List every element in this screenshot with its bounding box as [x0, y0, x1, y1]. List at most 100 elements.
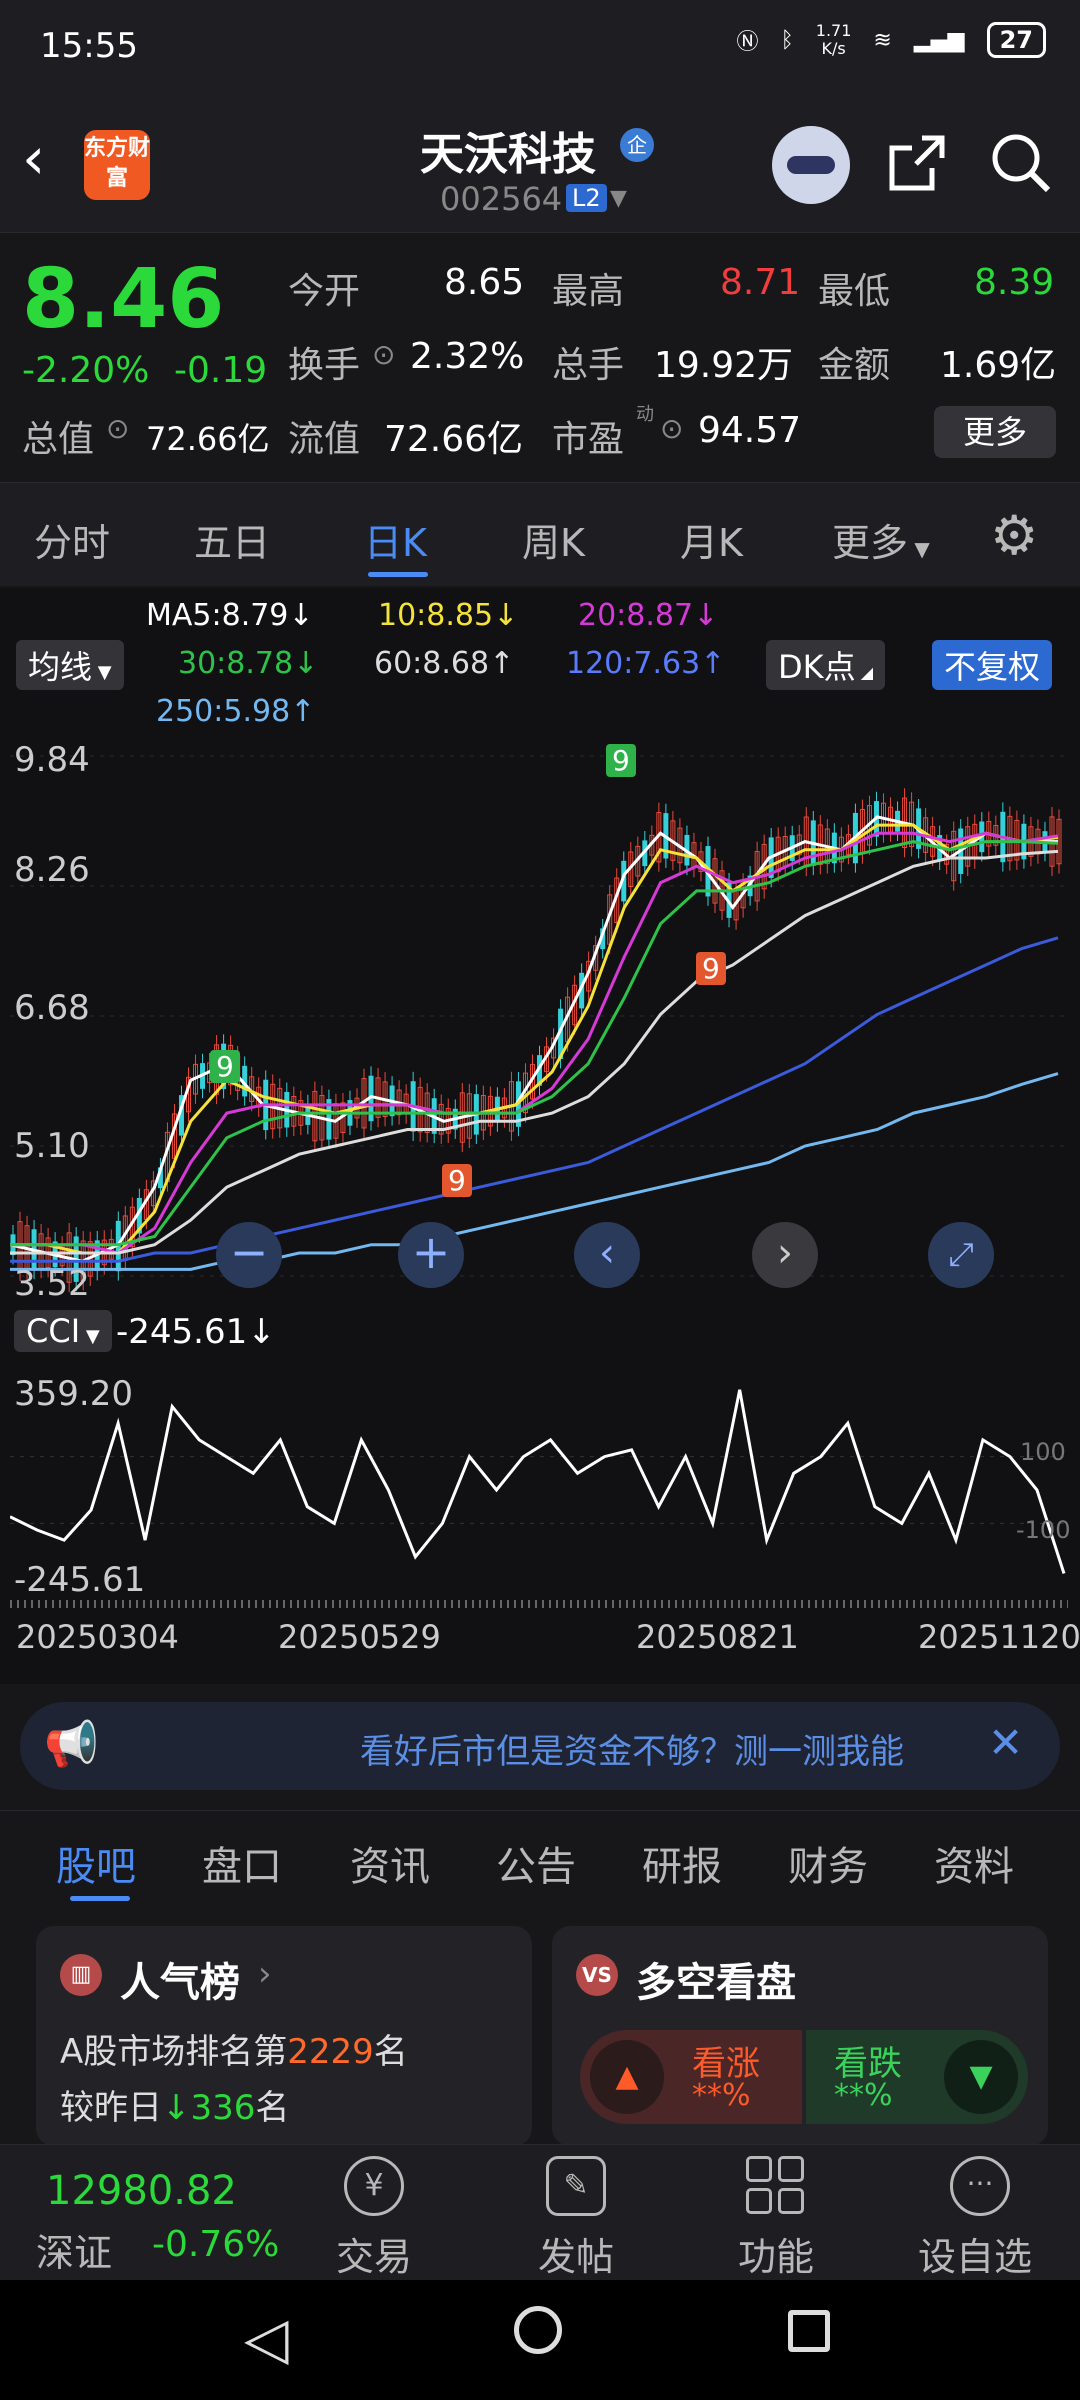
- subtab-guba[interactable]: 股吧: [56, 1834, 136, 1892]
- tab-more[interactable]: 更多 ▼: [832, 512, 930, 567]
- current-price: 8.46: [22, 252, 225, 347]
- nav-home-icon[interactable]: [514, 2306, 562, 2354]
- promo-banner[interactable]: 📢 看好后市但是资金不够？测一测我能 ✕: [20, 1702, 1060, 1790]
- zoom-in-button[interactable]: +: [398, 1222, 464, 1288]
- subtab-research[interactable]: 研报: [642, 1834, 722, 1892]
- status-time: 15:55: [40, 26, 138, 66]
- arrow-down-icon: ▼: [944, 2040, 1018, 2114]
- index-name[interactable]: 深证: [36, 2222, 112, 2277]
- ma10-label: 10:8.85↓: [378, 598, 519, 633]
- change-percent: -2.20%: [22, 350, 150, 391]
- tab-daily-k[interactable]: 日K: [364, 512, 427, 567]
- post-button[interactable]: 发帖: [538, 2226, 614, 2281]
- more-dots-icon[interactable]: ···: [950, 2156, 1010, 2216]
- date-label: 20251120: [918, 1618, 1080, 1656]
- index-change[interactable]: -0.76%: [152, 2224, 279, 2265]
- subtab-announcements[interactable]: 公告: [496, 1834, 576, 1892]
- add-watchlist-button[interactable]: 设自选: [918, 2226, 1032, 2281]
- info-icon[interactable]: ⊙: [106, 412, 129, 445]
- battery-indicator: 27: [986, 22, 1046, 58]
- cci-value: -245.61↓: [116, 1312, 276, 1352]
- cci-axis-label: -100: [1016, 1516, 1071, 1544]
- subtab-profile[interactable]: 资料: [934, 1834, 1014, 1892]
- app-logo[interactable]: 东方财富: [84, 130, 150, 200]
- wifi-icon: ≋: [873, 27, 892, 53]
- fullscreen-button[interactable]: ⤢: [928, 1222, 994, 1288]
- series-line-ma60: [10, 849, 1059, 1255]
- search-icon[interactable]: [988, 130, 1054, 196]
- time-scrollbar[interactable]: [10, 1600, 1068, 1608]
- trade-button[interactable]: 交易: [336, 2226, 412, 2281]
- nav-back-icon[interactable]: ◁: [244, 2304, 289, 2372]
- grid-icon[interactable]: [746, 2156, 806, 2216]
- active-tab-indicator: [368, 572, 428, 577]
- ma120-label: 120:7.63↑: [566, 646, 726, 681]
- float-value: 72.66亿: [384, 419, 524, 460]
- info-icon[interactable]: ⊙: [660, 412, 683, 445]
- signal-marker: 9: [606, 744, 636, 777]
- adjust-mode-toggle[interactable]: 不复权: [932, 640, 1053, 690]
- cci-line: [10, 1389, 1066, 1574]
- vs-icon: VS: [576, 1954, 618, 1996]
- bull-bear-card[interactable]: VS 多空看盘 ▲ 看涨 **% 看跌 **% ▼: [552, 1926, 1048, 2146]
- close-icon[interactable]: ✕: [988, 1718, 1023, 1767]
- signal-marker: 9: [442, 1164, 472, 1197]
- promo-text[interactable]: 看好后市但是资金不够？测一测我能: [360, 1724, 990, 1773]
- bullish-button[interactable]: ▲ 看涨 **%: [580, 2030, 802, 2124]
- bearish-button[interactable]: 看跌 **% ▼: [806, 2030, 1028, 2124]
- robot-assistant-icon[interactable]: [772, 126, 850, 204]
- popularity-card[interactable]: ▥ 人气榜 › A股市场排名第2229名 较昨日↓336名: [36, 1926, 532, 2146]
- bullish-percent: **%: [692, 2078, 751, 2113]
- nfc-icon: Ⓝ: [736, 30, 759, 55]
- dk-point-toggle[interactable]: DK点 ◢: [766, 640, 886, 690]
- ma30-label: 30:8.78↓: [178, 646, 319, 681]
- low-label: 最低: [818, 271, 891, 312]
- edit-icon[interactable]: ✎: [546, 2156, 606, 2216]
- chevron-down-icon[interactable]: ▼: [610, 186, 627, 211]
- cci-axis-label: 359.20: [14, 1374, 133, 1414]
- scroll-right-button[interactable]: ›: [752, 1222, 818, 1288]
- date-label: 20250529: [278, 1618, 441, 1656]
- stock-code: 002564: [440, 180, 563, 218]
- back-icon[interactable]: ‹: [22, 124, 45, 192]
- functions-button[interactable]: 功能: [738, 2226, 814, 2281]
- high-label: 最高: [552, 271, 625, 312]
- scroll-left-button[interactable]: ‹: [574, 1222, 640, 1288]
- enterprise-badge: 企: [620, 128, 654, 162]
- ma60-label: 60:8.68↑: [374, 646, 515, 681]
- gear-icon[interactable]: ⚙: [990, 504, 1038, 567]
- tab-monthly-k[interactable]: 月K: [680, 512, 743, 567]
- level-badge[interactable]: L2: [566, 184, 607, 212]
- change-amount: -0.19: [174, 350, 268, 391]
- chevron-right-icon[interactable]: ›: [258, 1954, 272, 1994]
- more-quote-button[interactable]: 更多: [934, 406, 1056, 458]
- rank-change-line: 较昨日↓336名: [60, 2088, 290, 2128]
- open-value: 8.65: [444, 262, 525, 303]
- subtab-news[interactable]: 资讯: [350, 1834, 430, 1892]
- subtab-pankou[interactable]: 盘口: [202, 1834, 282, 1892]
- zoom-out-button[interactable]: −: [216, 1222, 282, 1288]
- high-value: 8.71: [720, 262, 801, 303]
- cci-axis-label: 100: [1020, 1438, 1066, 1466]
- system-nav-bar: ◁: [0, 2280, 1080, 2400]
- subtab-finance[interactable]: 财务: [788, 1834, 868, 1892]
- low-value: 8.39: [974, 262, 1055, 303]
- ma-selector[interactable]: 均线 ▼: [16, 640, 124, 690]
- ma20-label: 20:8.87↓: [578, 598, 719, 633]
- tab-five-day[interactable]: 五日: [194, 512, 270, 567]
- kline-main-chart[interactable]: [10, 736, 1068, 1300]
- status-icons: Ⓝ ᛒ 1.71 K/s ≋ ▂▄▆ 27: [737, 22, 1046, 58]
- tab-weekly-k[interactable]: 周K: [522, 512, 585, 567]
- nav-recents-icon[interactable]: [788, 2310, 830, 2352]
- trade-icon[interactable]: ¥: [344, 2156, 404, 2216]
- price-axis-label: 9.84: [14, 740, 90, 780]
- turnover-value: 2.32%: [410, 336, 525, 377]
- info-icon[interactable]: ⊙: [372, 338, 395, 371]
- cci-chart[interactable]: [10, 1362, 1068, 1602]
- share-icon[interactable]: [886, 132, 948, 194]
- tab-intraday[interactable]: 分时: [34, 512, 110, 567]
- mktcap-value: 72.66亿: [146, 420, 270, 458]
- index-value[interactable]: 12980.82: [46, 2168, 237, 2214]
- cci-selector[interactable]: CCI ▼: [14, 1310, 112, 1352]
- bearish-percent: **%: [834, 2078, 893, 2113]
